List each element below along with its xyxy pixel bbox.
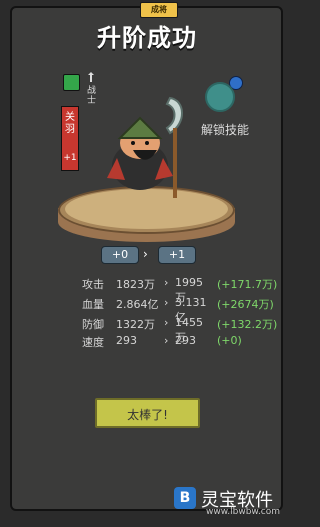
- stat-old: 1823万: [116, 278, 155, 291]
- stat-diff: (+0): [217, 334, 242, 347]
- stat-new: 293: [175, 334, 196, 347]
- hero-level-plus: +1: [63, 153, 77, 163]
- rank-tag: 成将: [140, 2, 178, 18]
- stat-old: 2.864亿: [116, 298, 159, 311]
- watermark-logo-icon: B: [174, 487, 196, 509]
- stat-old: 293: [116, 334, 137, 347]
- level-to: +1: [158, 246, 196, 264]
- confirm-button[interactable]: 太棒了!: [95, 398, 200, 428]
- unlock-skill-label: 解锁技能: [201, 123, 250, 137]
- stat-diff: (+132.2万): [217, 318, 278, 331]
- stat-label: 速度: [82, 336, 104, 349]
- chevron-right-icon: ›: [164, 334, 169, 347]
- level-from: +0: [101, 246, 139, 264]
- warrior-icon: [88, 72, 94, 82]
- stat-label: 血量: [82, 298, 104, 311]
- page-title: 升阶成功: [97, 24, 197, 52]
- stat-diff: (+2674万): [217, 298, 274, 311]
- stat-label: 攻击: [82, 278, 104, 291]
- chevron-right-icon: ›: [164, 316, 169, 329]
- chevron-right-icon: ›: [164, 296, 169, 309]
- chevron-right-icon: ›: [164, 276, 169, 289]
- hero-portrait: [107, 96, 183, 198]
- hero-name: 关羽: [65, 112, 75, 135]
- chevron-right-icon: ›: [143, 247, 148, 261]
- shield-icon: [63, 74, 80, 91]
- stat-label: 防御: [82, 318, 104, 331]
- watermark-url: www.lbwbw.com: [206, 507, 281, 517]
- stat-diff: (+171.7万): [217, 278, 278, 291]
- skill-icon[interactable]: [205, 82, 235, 112]
- stat-old: 1322万: [116, 318, 155, 331]
